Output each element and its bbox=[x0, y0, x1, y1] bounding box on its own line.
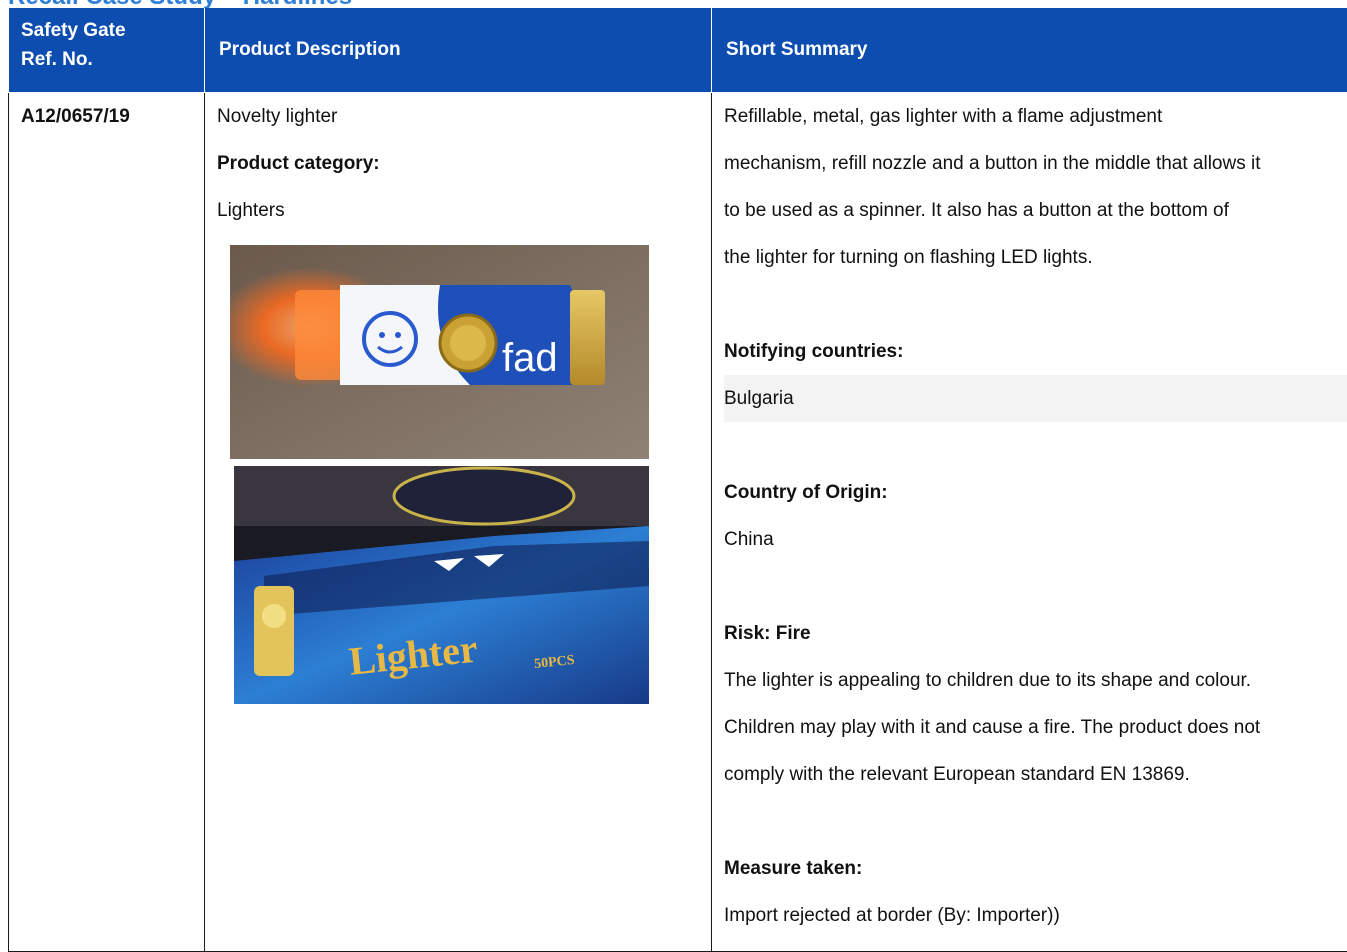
summary-line: to be used as a spinner. It also has a b… bbox=[724, 187, 1337, 234]
description-header: Product Description bbox=[205, 8, 712, 93]
packaging-photo: Lighter 50PCS bbox=[234, 466, 649, 704]
summary-line: Refillable, metal, gas lighter with a fl… bbox=[724, 93, 1337, 140]
lighter-photo: fad bbox=[230, 245, 649, 459]
ref-header-line1: Safety Gate bbox=[21, 16, 194, 45]
summary-line: mechanism, refill nozzle and a button in… bbox=[724, 140, 1337, 187]
notifying-countries-value: Bulgaria bbox=[724, 375, 1347, 422]
notifying-countries-label: Notifying countries: bbox=[724, 328, 1337, 375]
page-title: Recall Case Study – Hardlines bbox=[8, 0, 352, 8]
summary-cell: Refillable, metal, gas lighter with a fl… bbox=[712, 93, 1347, 952]
product-name: Novelty lighter bbox=[217, 93, 701, 140]
summary-line: the lighter for turning on flashing LED … bbox=[724, 234, 1337, 281]
case-table: Safety Gate Ref. No. Product Description… bbox=[8, 8, 1347, 952]
lighter-photo-image: fad bbox=[230, 245, 649, 459]
ref-no-header: Safety Gate Ref. No. bbox=[9, 8, 205, 93]
country-of-origin-label: Country of Origin: bbox=[724, 469, 1337, 516]
table-row: A12/0657/19 Novelty lighter Product cate… bbox=[9, 93, 1347, 952]
lighter-brand-text: fad bbox=[502, 336, 558, 380]
ref-header-line2: Ref. No. bbox=[21, 45, 194, 74]
measure-taken-label: Measure taken: bbox=[724, 845, 1337, 892]
description-cell: Novelty lighter Product category: Lighte… bbox=[205, 93, 712, 952]
product-category-value: Lighters bbox=[217, 187, 701, 234]
risk-line: The lighter is appealing to children due… bbox=[724, 657, 1337, 704]
product-category-label: Product category: bbox=[217, 140, 701, 187]
summary-header: Short Summary bbox=[712, 8, 1347, 93]
country-of-origin-value: China bbox=[724, 516, 1337, 563]
risk-line: Children may play with it and cause a fi… bbox=[724, 704, 1337, 751]
risk-label: Risk: Fire bbox=[724, 610, 1337, 657]
ref-no-cell: A12/0657/19 bbox=[9, 93, 205, 952]
risk-line: comply with the relevant European standa… bbox=[724, 751, 1337, 798]
measure-taken-value: Import rejected at border (By: Importer)… bbox=[724, 892, 1337, 939]
header-row: Safety Gate Ref. No. Product Description… bbox=[9, 8, 1347, 93]
packaging-photo-image: Lighter 50PCS bbox=[234, 466, 649, 704]
